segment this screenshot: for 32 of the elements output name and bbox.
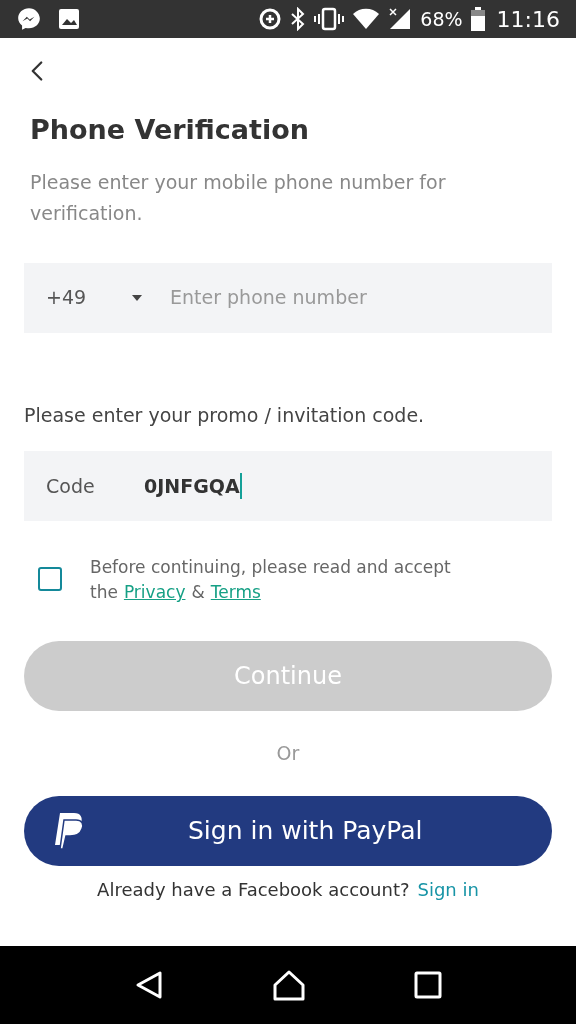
code-field[interactable]: Code 0JNFGQA [24,451,552,521]
account-prompt: Already have a Facebook account? [97,877,410,902]
messenger-icon [16,6,42,32]
wifi-icon [352,7,381,31]
signal-icon [388,7,413,31]
ampersand: & [191,581,205,604]
image-icon [58,8,80,30]
subtitle: Please enter your mobile phone number for verification. [30,169,447,226]
promo-label: Please enter your promo / invitation code. [24,402,426,428]
terms-text: Before continuing, please read and accept [90,556,451,579]
terms-text: the [90,581,118,604]
paypal-button[interactable]: Sign in with PayPal [24,795,552,866]
caret-icon[interactable] [132,294,142,301]
recents-icon[interactable] [414,971,442,999]
vibrate-icon [314,7,345,31]
country-code[interactable]: +49 [46,283,132,312]
back-icon[interactable] [134,970,164,1000]
phone-field[interactable]: +49 Enter phone number [24,262,552,333]
battery-percent: 68% [420,6,463,32]
bluetooth-icon [290,7,307,31]
code-value: 0JNFGQA [144,473,240,499]
or-divider-text: Or [276,741,300,766]
battery-icon [470,7,485,31]
terms-checkbox[interactable] [38,567,62,591]
phone-input[interactable]: Enter phone number [170,283,510,312]
clock: 11:16 [496,5,560,34]
terms-link[interactable]: Terms [210,580,261,605]
sign-in-link[interactable]: Sign in [417,875,479,903]
home-icon[interactable] [272,969,306,1001]
code-label: Code [46,473,96,499]
page-title: Phone Verification [30,113,310,147]
data-saver-icon [258,7,283,31]
